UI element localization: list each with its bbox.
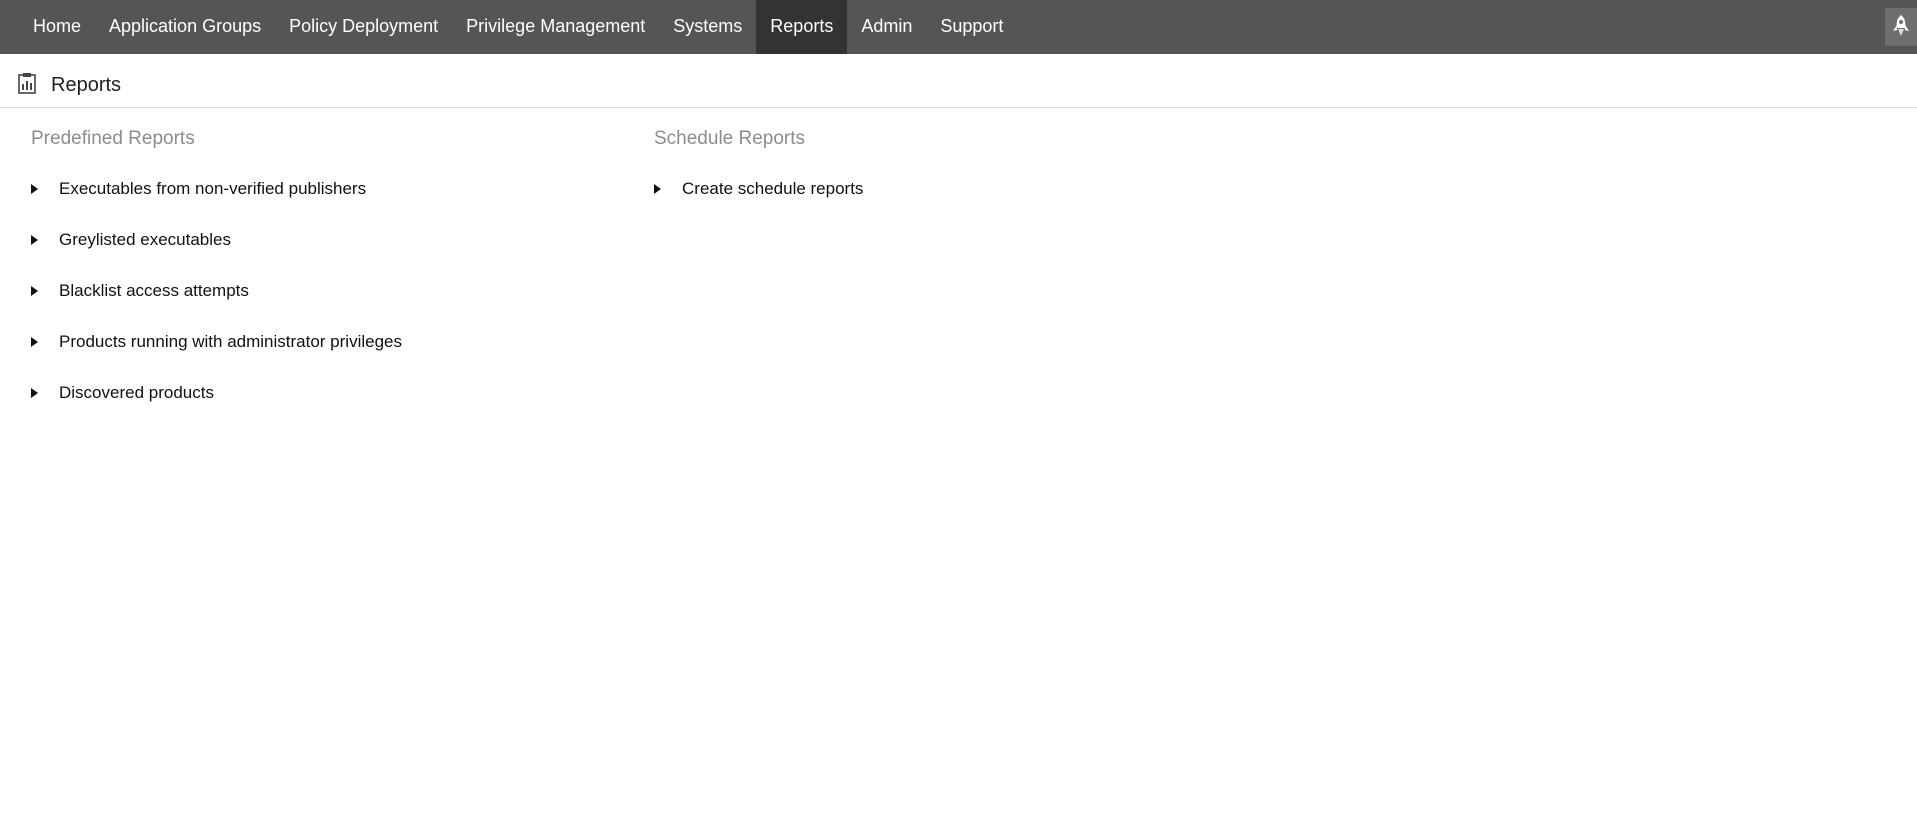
- schedule-link-label: Create schedule reports: [682, 179, 864, 198]
- schedule-reports-list: Create schedule reports: [654, 176, 1214, 227]
- nav-systems[interactable]: Systems: [659, 0, 756, 54]
- nav-application-groups[interactable]: Application Groups: [95, 0, 275, 54]
- report-link-blacklist-access-attempts[interactable]: Blacklist access attempts: [31, 278, 591, 329]
- report-icon: [18, 73, 36, 94]
- report-link-admin-privileges[interactable]: Products running with administrator priv…: [31, 329, 591, 380]
- report-link-label: Greylisted executables: [59, 230, 231, 249]
- nav-home[interactable]: Home: [19, 0, 95, 54]
- caret-right-icon: [654, 184, 661, 194]
- report-link-non-verified-publishers[interactable]: Executables from non-verified publishers: [31, 176, 591, 227]
- report-link-label: Executables from non-verified publishers: [59, 179, 367, 198]
- predefined-reports-heading: Predefined Reports: [31, 128, 195, 149]
- rocket-icon: [1893, 15, 1909, 36]
- predefined-reports-section: Predefined Reports Executables from non-…: [31, 126, 591, 431]
- report-link-discovered-products[interactable]: Discovered products: [31, 380, 591, 431]
- nav-privilege-management[interactable]: Privilege Management: [452, 0, 659, 54]
- top-nav-bar: Home Application Groups Policy Deploymen…: [0, 0, 1917, 54]
- predefined-reports-list: Executables from non-verified publishers…: [31, 176, 591, 431]
- caret-right-icon: [31, 337, 38, 347]
- page-header: Reports: [0, 54, 1917, 108]
- nav-support[interactable]: Support: [926, 0, 1017, 54]
- main-menu: Home Application Groups Policy Deploymen…: [0, 0, 1917, 54]
- caret-right-icon: [31, 184, 38, 194]
- report-link-label: Discovered products: [59, 383, 214, 402]
- nav-policy-deployment[interactable]: Policy Deployment: [275, 0, 452, 54]
- quick-launch-button[interactable]: [1885, 8, 1917, 46]
- report-link-label: Products running with administrator priv…: [59, 332, 402, 351]
- report-link-greylisted-executables[interactable]: Greylisted executables: [31, 227, 591, 278]
- caret-right-icon: [31, 235, 38, 245]
- page-title: Reports: [51, 74, 122, 96]
- nav-admin[interactable]: Admin: [847, 0, 926, 54]
- create-schedule-reports-link[interactable]: Create schedule reports: [654, 176, 1214, 227]
- caret-right-icon: [31, 388, 38, 398]
- schedule-reports-heading: Schedule Reports: [654, 128, 806, 149]
- schedule-reports-section: Schedule Reports Create schedule reports: [654, 126, 1214, 227]
- report-link-label: Blacklist access attempts: [59, 281, 249, 300]
- nav-reports[interactable]: Reports: [756, 0, 848, 54]
- caret-right-icon: [31, 286, 38, 296]
